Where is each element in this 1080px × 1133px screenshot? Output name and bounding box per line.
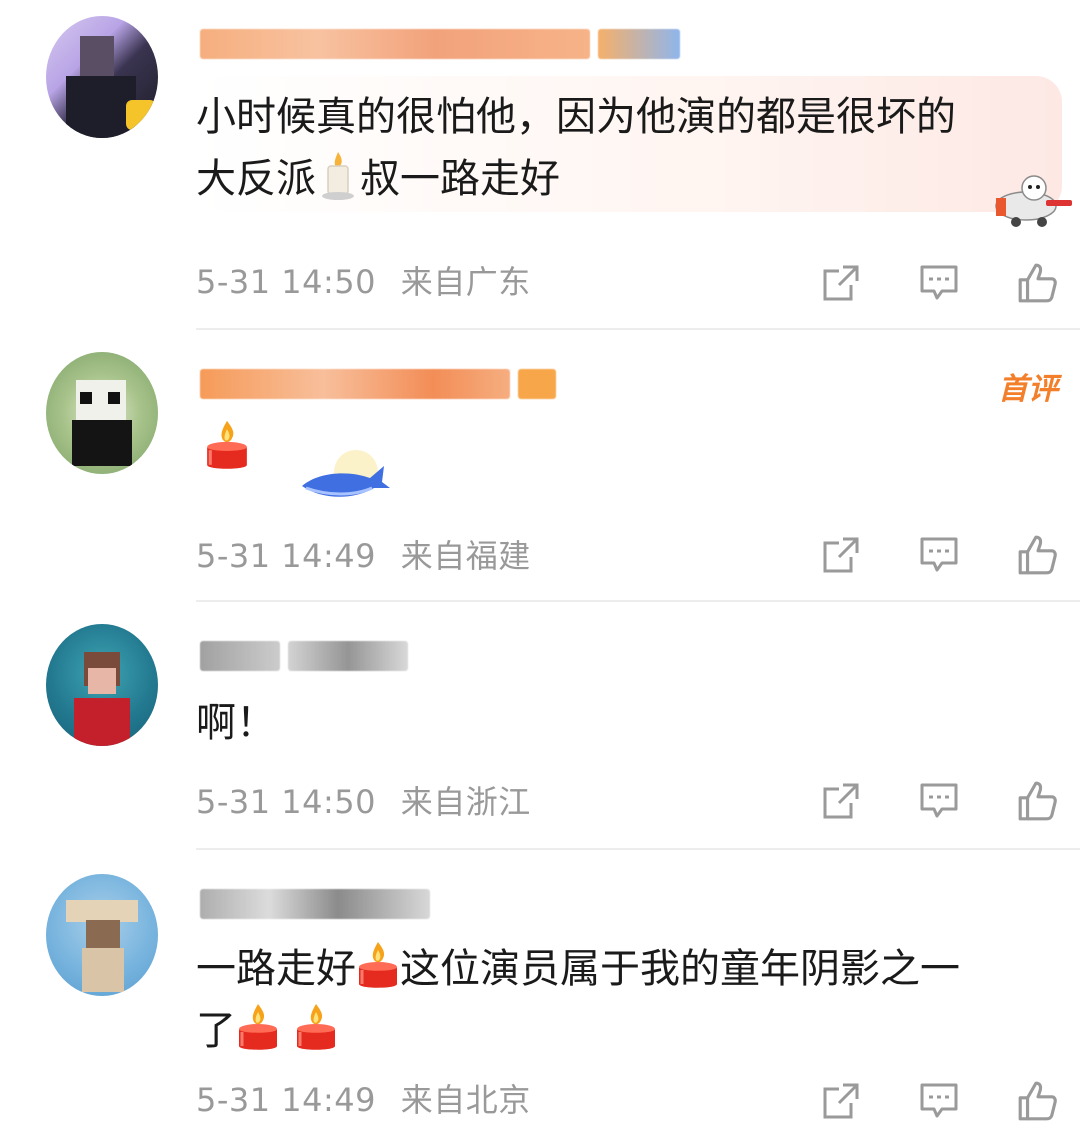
comment-icon — [919, 535, 959, 575]
comment-item-3: 啊！ 5-31 14:50 来自浙江 — [0, 602, 1080, 850]
comment-icon — [919, 781, 959, 821]
timestamp: 5-31 14:50 — [196, 783, 377, 821]
comment-text-segment: 叔一路走好 — [360, 156, 560, 202]
comment-actions — [818, 258, 1060, 308]
comment-text: 啊！ — [196, 700, 276, 746]
comment-meta: 5-31 14:50 来自浙江 — [196, 782, 531, 822]
location: 来自北京 — [400, 1081, 531, 1119]
comment-actions — [818, 530, 1060, 580]
like-button[interactable] — [1014, 1078, 1060, 1124]
red-candle-emoji-icon — [236, 1002, 280, 1054]
like-button[interactable] — [1014, 778, 1060, 824]
share-icon — [821, 1081, 861, 1121]
share-button[interactable] — [818, 778, 864, 824]
share-button[interactable] — [818, 532, 864, 578]
comment-meta: 5-31 14:49 来自福建 — [196, 536, 531, 576]
like-icon — [1016, 780, 1058, 822]
share-button[interactable] — [818, 1078, 864, 1124]
username-blurred[interactable] — [200, 636, 408, 676]
comment-item-2: 首评 5-31 14:49 来自福建 — [0, 330, 1080, 602]
comment-text: 一路走好 这位演员属于我的童年阴影之一 了 — [196, 938, 1020, 1062]
avatar[interactable] — [46, 352, 158, 474]
comment-actions — [818, 776, 1060, 826]
share-icon — [821, 535, 861, 575]
red-candle-emoji-icon — [356, 940, 400, 992]
timestamp: 5-31 14:50 — [196, 263, 377, 301]
comment-text-line: 大反派 叔一路走好 — [196, 148, 1020, 210]
location: 来自广东 — [400, 263, 531, 301]
reply-button[interactable] — [916, 532, 962, 578]
comment-text-line: 小时候真的很怕他，因为他演的都是很坏的 — [196, 94, 956, 140]
red-candle-emoji-icon — [204, 418, 250, 474]
location: 来自浙江 — [400, 783, 531, 821]
bubble-decoration-whale-icon — [298, 442, 392, 504]
comment-text-line: 一路走好 这位演员属于我的童年阴影之一 — [196, 938, 1020, 1000]
location: 来自福建 — [400, 537, 531, 575]
comment-text-segment: 了 — [196, 1008, 236, 1054]
comment-icon — [919, 263, 959, 303]
reply-button[interactable] — [916, 260, 962, 306]
like-button[interactable] — [1014, 532, 1060, 578]
white-candle-emoji-icon — [316, 150, 360, 202]
comment-text-segment: 一路走好 — [196, 946, 356, 992]
avatar[interactable] — [46, 624, 158, 746]
avatar[interactable] — [46, 874, 158, 996]
comment-meta: 5-31 14:50 来自广东 — [196, 262, 531, 302]
reply-button[interactable] — [916, 1078, 962, 1124]
comment-text — [204, 418, 250, 478]
reply-button[interactable] — [916, 778, 962, 824]
share-button[interactable] — [818, 260, 864, 306]
timestamp: 5-31 14:49 — [196, 537, 377, 575]
share-icon — [821, 263, 861, 303]
comment-text-segment: 大反派 — [196, 156, 316, 202]
bubble-decoration-plane-icon — [986, 168, 1076, 230]
username-blurred[interactable] — [200, 364, 556, 404]
like-button[interactable] — [1014, 260, 1060, 306]
comment-text-segment: 这位演员属于我的童年阴影之一 — [400, 946, 960, 992]
like-icon — [1016, 534, 1058, 576]
comment-item-1: 小时候真的很怕他，因为他演的都是很坏的 大反派 叔一路走好 5-31 14:50 … — [0, 0, 1080, 330]
like-icon — [1016, 1080, 1058, 1122]
share-icon — [821, 781, 861, 821]
comment-item-4: 一路走好 这位演员属于我的童年阴影之一 了 5-31 14:49 来自北京 — [0, 850, 1080, 1133]
comment-meta: 5-31 14:49 来自北京 — [196, 1080, 531, 1120]
comment-icon — [919, 1081, 959, 1121]
like-icon — [1016, 262, 1058, 304]
username-blurred[interactable] — [200, 24, 680, 64]
red-candle-emoji-icon — [294, 1002, 338, 1054]
first-comment-badge: 首评 — [998, 372, 1058, 407]
timestamp: 5-31 14:49 — [196, 1081, 377, 1119]
comment-text: 小时候真的很怕他，因为他演的都是很坏的 大反派 叔一路走好 — [196, 86, 1020, 210]
comment-text-line: 了 — [196, 1000, 1020, 1062]
username-blurred[interactable] — [200, 884, 430, 924]
comment-actions — [818, 1076, 1060, 1126]
avatar[interactable] — [46, 16, 158, 138]
